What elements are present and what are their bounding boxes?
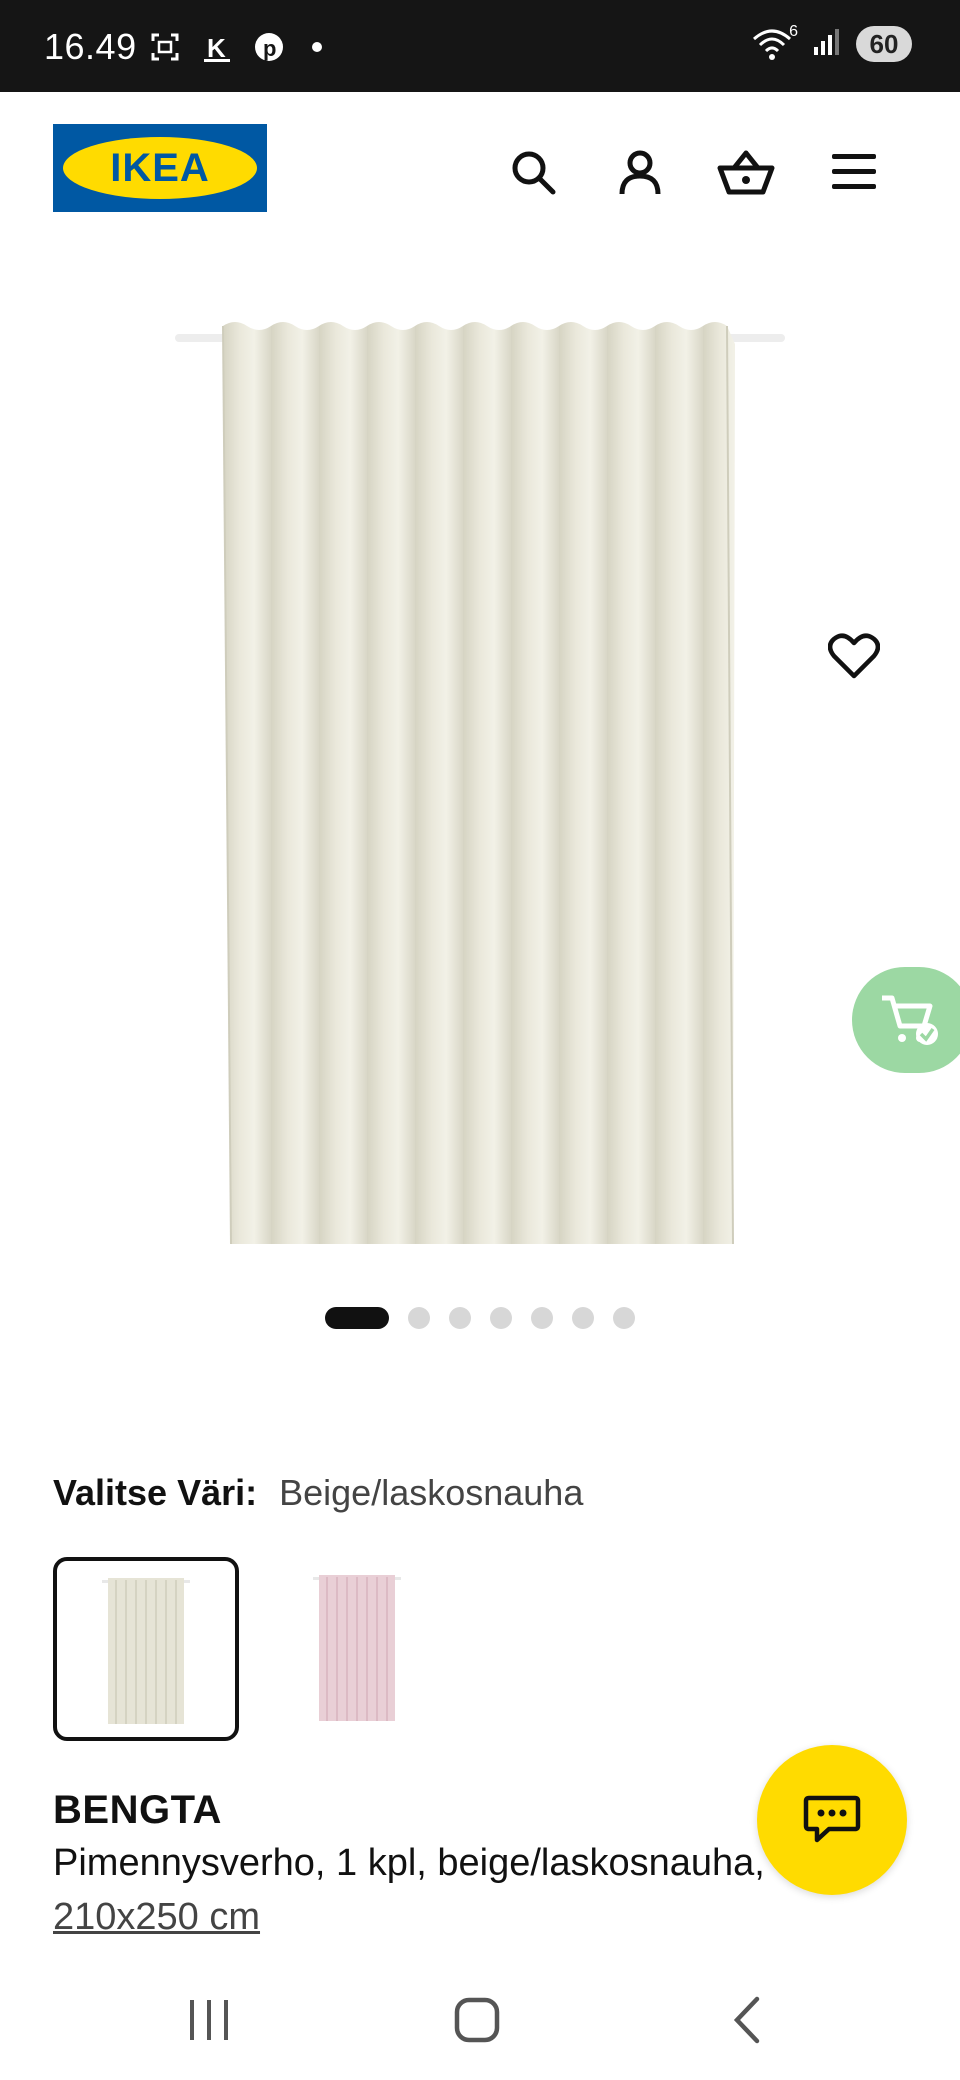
account-icon bbox=[619, 150, 661, 195]
back-icon bbox=[733, 1996, 760, 2044]
status-bar: 16.49 K p 6 60 bbox=[0, 0, 960, 92]
k-app-icon: K bbox=[200, 30, 234, 64]
ikea-logo[interactable]: IKEA bbox=[53, 124, 267, 212]
back-button[interactable] bbox=[712, 1988, 782, 2052]
system-navigation-bar bbox=[0, 1960, 960, 2080]
gallery-dot[interactable] bbox=[613, 1307, 635, 1329]
menu-icon bbox=[832, 154, 876, 189]
add-to-cart-fab[interactable] bbox=[852, 967, 960, 1073]
chat-icon bbox=[803, 1795, 861, 1843]
cart-check-icon bbox=[882, 995, 938, 1045]
gallery-dot[interactable] bbox=[325, 1307, 389, 1329]
gallery-dot[interactable] bbox=[408, 1307, 430, 1329]
swatch-pink[interactable] bbox=[267, 1557, 447, 1735]
search-button[interactable] bbox=[503, 142, 563, 202]
signal-icon bbox=[812, 27, 842, 62]
gallery-dot[interactable] bbox=[572, 1307, 594, 1329]
pinterest-icon: p bbox=[252, 30, 286, 64]
status-time: 16.49 bbox=[44, 26, 137, 67]
home-icon bbox=[454, 1997, 500, 2043]
swatch-beige-image bbox=[102, 1578, 190, 1724]
svg-text:K: K bbox=[207, 33, 226, 63]
site-header: IKEA bbox=[0, 92, 960, 242]
color-selector-header: Valitse Väri: Beige/laskosnauha bbox=[53, 1472, 583, 1514]
account-button[interactable] bbox=[610, 142, 670, 202]
color-swatches bbox=[53, 1557, 447, 1741]
recent-apps-icon bbox=[190, 2000, 228, 2040]
product-size-link[interactable]: 210x250 cm bbox=[53, 1896, 260, 1939]
gallery-dot[interactable] bbox=[449, 1307, 471, 1329]
menu-button[interactable] bbox=[824, 142, 884, 202]
chat-button[interactable] bbox=[757, 1745, 907, 1895]
home-button[interactable] bbox=[442, 1988, 512, 2052]
gallery-dot[interactable] bbox=[531, 1307, 553, 1329]
wifi-icon: 6 bbox=[752, 23, 798, 61]
screenshot-icon bbox=[148, 30, 182, 64]
svg-text:p: p bbox=[263, 36, 276, 61]
basket-button[interactable] bbox=[716, 142, 776, 202]
recent-apps-button[interactable] bbox=[174, 1988, 244, 2052]
logo-text: IKEA bbox=[110, 145, 210, 190]
search-icon bbox=[512, 151, 556, 195]
status-system-icons: 6 60 bbox=[752, 23, 912, 62]
product-name: BENGTA bbox=[53, 1788, 222, 1832]
product-image[interactable] bbox=[175, 314, 785, 1244]
basket-icon bbox=[717, 150, 775, 195]
notification-dot-icon bbox=[312, 42, 322, 52]
swatch-beige[interactable] bbox=[53, 1557, 239, 1741]
swatch-pink-image bbox=[313, 1575, 401, 1721]
color-label: Valitse Väri: bbox=[53, 1472, 258, 1513]
gallery-dot[interactable] bbox=[490, 1307, 512, 1329]
battery-indicator: 60 bbox=[856, 26, 912, 62]
product-gallery[interactable] bbox=[0, 242, 960, 1272]
heart-icon bbox=[828, 633, 880, 679]
gallery-pagination[interactable] bbox=[0, 1307, 960, 1329]
color-value: Beige/laskosnauha bbox=[279, 1472, 584, 1513]
wifi-label: 6 bbox=[789, 23, 798, 40]
status-notification-icons: K p bbox=[148, 30, 322, 64]
favorite-button[interactable] bbox=[824, 626, 884, 686]
